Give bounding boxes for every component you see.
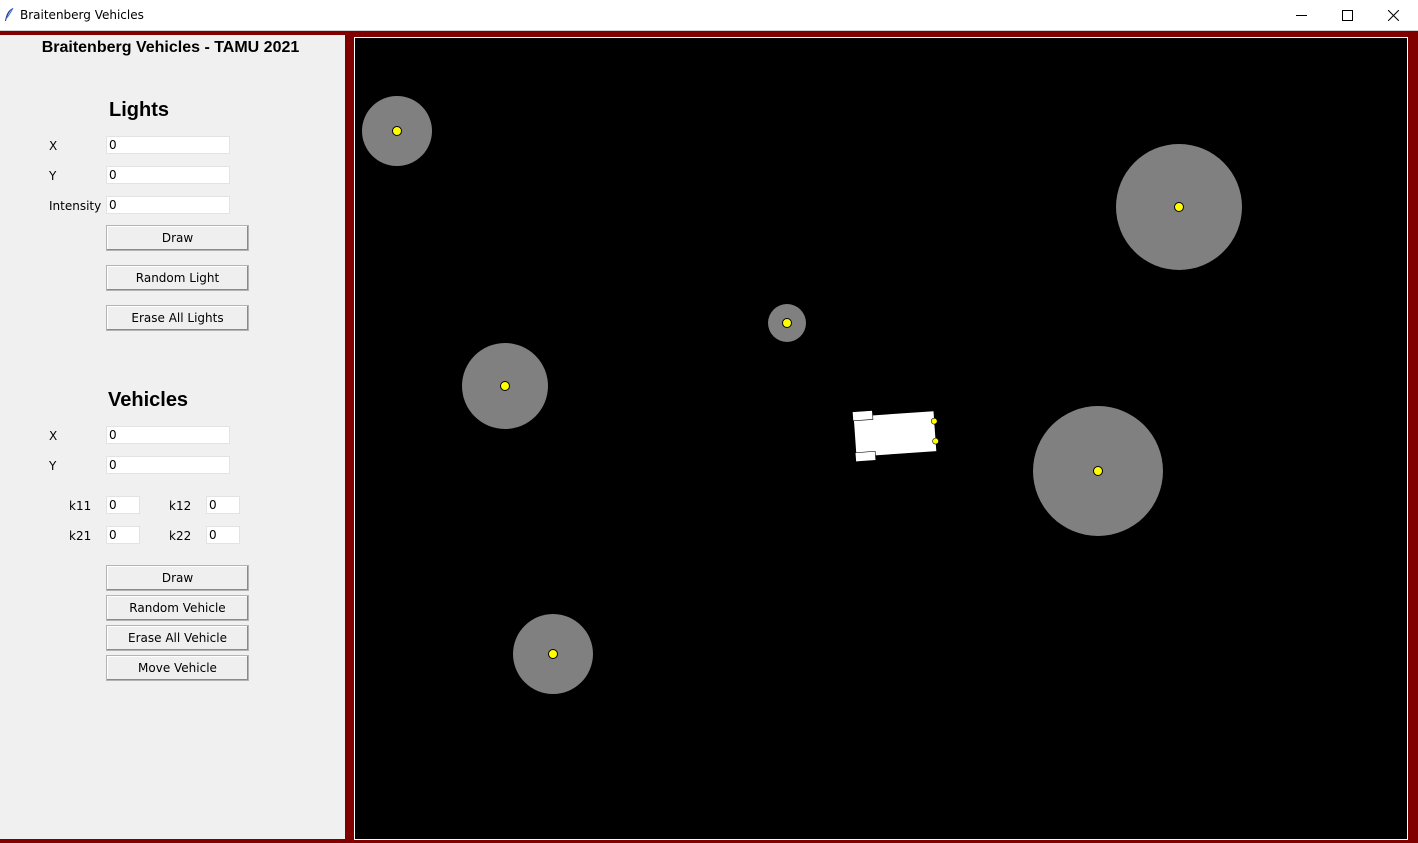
vehicle-wheel <box>854 451 877 463</box>
world-svg <box>362 96 1242 694</box>
maximize-button[interactable] <box>1324 0 1370 30</box>
light-core <box>1174 202 1184 212</box>
close-button[interactable] <box>1370 0 1416 30</box>
erase-all-vehicle-button[interactable]: Erase All Vehicle <box>106 625 249 651</box>
light-source <box>513 614 593 694</box>
light-source <box>362 96 432 166</box>
title-bar: Braitenberg Vehicles <box>0 0 1418 31</box>
vehicle-sensor <box>932 437 939 445</box>
control-panel: Braitenberg Vehicles - TAMU 2021 Lights … <box>0 35 345 839</box>
light-core <box>500 381 510 391</box>
app-heading: Braitenberg Vehicles - TAMU 2021 <box>41 39 300 56</box>
vehicle-y-input[interactable] <box>106 456 230 474</box>
light-core <box>392 126 402 136</box>
k12-label: k12 <box>169 499 192 513</box>
vehicle-y-label: Y <box>49 459 57 473</box>
k11-label: k11 <box>69 499 92 513</box>
k21-input[interactable] <box>106 526 140 544</box>
light-source <box>1033 406 1163 536</box>
close-icon <box>1387 9 1399 21</box>
light-core <box>548 649 558 659</box>
window-title: Braitenberg Vehicles <box>20 8 144 22</box>
light-source <box>462 343 548 429</box>
vehicle-x-input[interactable] <box>106 426 230 444</box>
light-intensity-label: Intensity <box>49 199 102 213</box>
vehicle-sensor <box>930 417 938 425</box>
maximize-icon <box>1341 9 1353 21</box>
draw-light-button[interactable]: Draw <box>106 225 249 251</box>
light-x-input[interactable] <box>106 136 230 154</box>
minimize-icon <box>1295 14 1307 16</box>
k22-label: k22 <box>169 529 192 543</box>
light-source <box>768 304 806 342</box>
draw-vehicle-button[interactable]: Draw <box>106 565 249 591</box>
feather-icon <box>5 7 14 21</box>
random-vehicle-button[interactable]: Random Vehicle <box>106 595 249 621</box>
light-y-input[interactable] <box>106 166 230 184</box>
minimize-button[interactable] <box>1278 0 1324 30</box>
k22-input[interactable] <box>206 526 240 544</box>
k11-input[interactable] <box>106 496 140 514</box>
k21-label: k21 <box>69 529 92 543</box>
light-core <box>782 318 792 328</box>
light-x-label: X <box>49 139 58 153</box>
k12-input[interactable] <box>206 496 240 514</box>
light-intensity-input[interactable] <box>106 196 230 214</box>
vehicle <box>852 410 939 463</box>
erase-all-lights-button[interactable]: Erase All Lights <box>106 305 249 331</box>
light-core <box>1093 466 1103 476</box>
lights-section-title: Lights <box>109 99 169 121</box>
simulation-canvas[interactable] <box>354 37 1408 840</box>
random-light-button[interactable]: Random Light <box>106 265 249 291</box>
vehicle-wheel <box>852 410 874 422</box>
light-y-label: Y <box>49 169 57 183</box>
vehicle-x-label: X <box>49 429 58 443</box>
move-vehicle-button[interactable]: Move Vehicle <box>106 655 249 681</box>
vehicles-section-title: Vehicles <box>108 389 189 411</box>
light-source <box>1116 144 1242 270</box>
